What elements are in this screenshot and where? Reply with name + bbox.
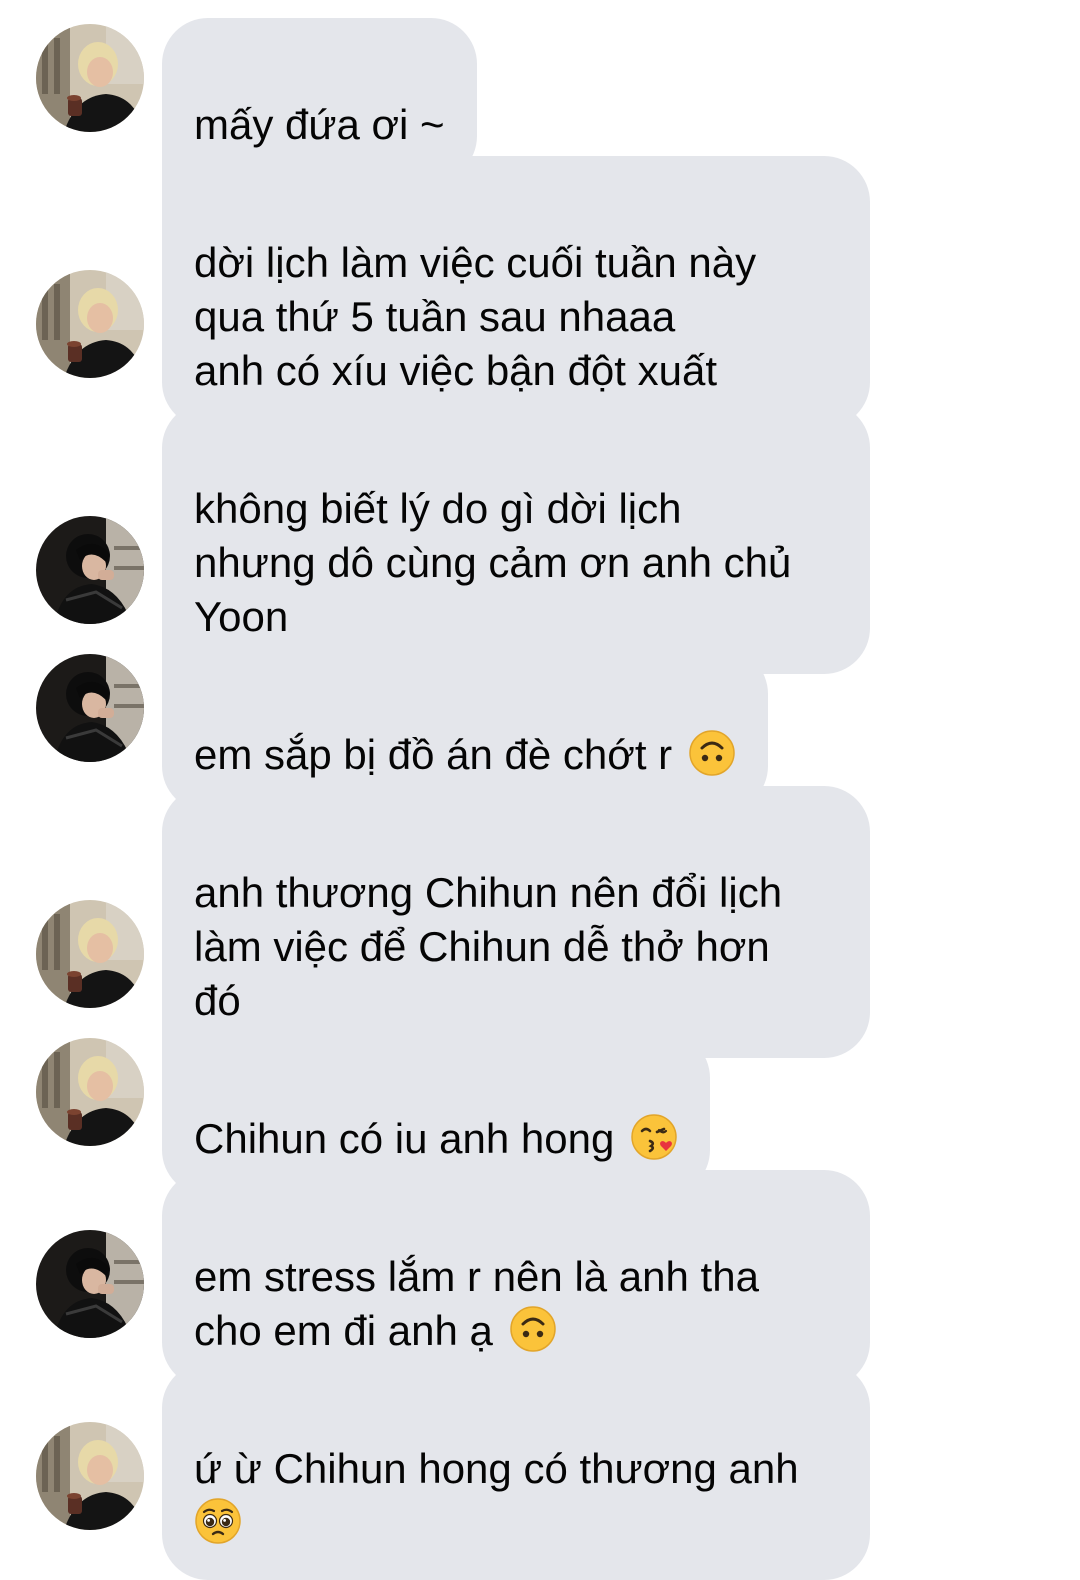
avatar-photo — [36, 270, 144, 378]
upside-down-face-icon — [509, 1305, 557, 1353]
face-blowing-kiss-icon — [630, 1113, 678, 1161]
avatar-photo — [36, 1038, 144, 1146]
message-text: dời lịch làm việc cuối tuần này qua thứ … — [194, 239, 757, 394]
message-text: không biết lý do gì dời lịch nhưng dô cù… — [194, 485, 792, 640]
avatar-photo — [36, 1422, 144, 1530]
avatar-blonde[interactable] — [36, 1038, 144, 1146]
avatar-photo — [36, 1230, 144, 1338]
avatar-photo — [36, 654, 144, 762]
avatar-photo — [36, 900, 144, 1008]
chat-thread: mấy đứa ơi ~ dời lịch làm việc cuối tuần… — [0, 0, 1080, 1580]
avatar-dark[interactable] — [36, 654, 144, 762]
message-bubble[interactable]: dời lịch làm việc cuối tuần này qua thứ … — [162, 156, 870, 428]
message-bubble[interactable]: không biết lý do gì dời lịch nhưng dô cù… — [162, 402, 870, 674]
message-bubble[interactable]: anh thương Chihun nên đổi lịch làm việc … — [162, 786, 870, 1058]
avatar-blonde[interactable] — [36, 24, 144, 132]
avatar-dark[interactable] — [36, 516, 144, 624]
avatar-blonde[interactable] — [36, 900, 144, 1008]
avatar-photo — [36, 24, 144, 132]
message-text: em sắp bị đồ án đè chớt r — [194, 731, 684, 778]
message-text: anh thương Chihun nên đổi lịch làm việc … — [194, 869, 783, 1024]
message-text: em stress lắm r nên là anh tha cho em đi… — [194, 1253, 759, 1354]
avatar-blonde[interactable] — [36, 270, 144, 378]
message-text: ứ ừ Chihun hong có thương anh — [194, 1445, 799, 1492]
message-text: Chihun có iu anh hong — [194, 1115, 626, 1162]
avatar-dark[interactable] — [36, 1230, 144, 1338]
avatar-photo — [36, 516, 144, 624]
message-bubble[interactable]: em stress lắm r nên là anh tha cho em đi… — [162, 1170, 870, 1388]
avatar-blonde[interactable] — [36, 1422, 144, 1530]
message-text: mấy đứa ơi ~ — [194, 101, 445, 148]
upside-down-face-icon — [688, 729, 736, 777]
message-bubble[interactable]: ứ ừ Chihun hong có thương anh — [162, 1362, 870, 1580]
pleading-face-icon — [194, 1497, 242, 1545]
